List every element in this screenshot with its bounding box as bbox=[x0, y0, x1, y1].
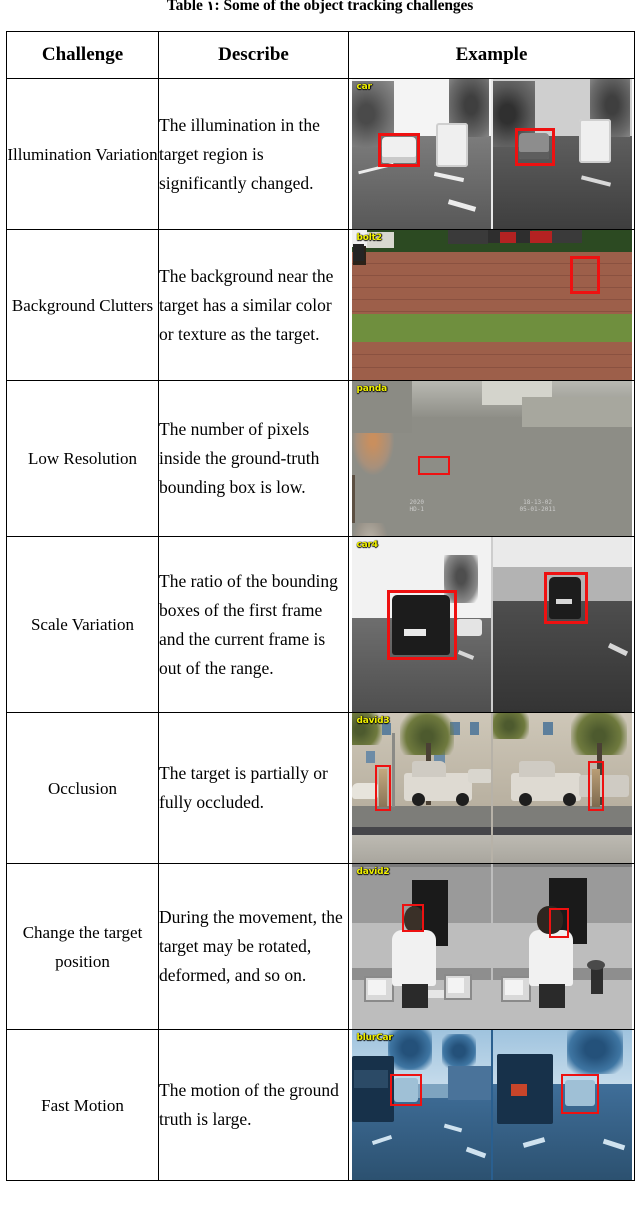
cell-example: car bbox=[348, 78, 635, 230]
cell-describe: The illumination in the target region is… bbox=[158, 78, 349, 230]
example-image-david2: david2 bbox=[351, 864, 632, 1029]
cell-describe: The background near the target has a sim… bbox=[158, 229, 349, 381]
caption-prefix: Table bbox=[166, 0, 207, 14]
table-row: Scale Variation The ratio of the boundin… bbox=[6, 536, 635, 713]
frame-pane-left bbox=[351, 1030, 491, 1180]
frame-pane-right bbox=[492, 79, 632, 229]
cell-example: blurCar bbox=[348, 1029, 635, 1181]
frame-pane-left bbox=[351, 864, 491, 1029]
example-image-david3: david3 bbox=[351, 713, 632, 863]
frame-pane bbox=[351, 230, 632, 380]
challenges-table: Challenge Describe Example Illumination … bbox=[6, 31, 635, 1181]
sequence-tag-label: car4 bbox=[356, 540, 379, 550]
cell-describe: The target is partially or fully occlude… bbox=[158, 712, 349, 864]
table-row: Change the target position During the mo… bbox=[6, 863, 635, 1030]
column-header-describe: Describe bbox=[158, 31, 349, 79]
table-row: Illumination Variation The illumination … bbox=[6, 78, 635, 230]
cell-example: david2 bbox=[348, 863, 635, 1030]
sequence-tag-label: panda bbox=[356, 384, 388, 394]
frame-pane: 2020 HD-1 18-13-02 05-01-2011 bbox=[351, 381, 632, 536]
table-caption: Table ۱: Some of the object tracking cha… bbox=[0, 0, 640, 17]
cell-example: car4 bbox=[348, 536, 635, 713]
cell-example: panda 2020 HD-1 18-13-02 05-01-2011 bbox=[348, 380, 635, 537]
cell-describe: During the movement, the target may be r… bbox=[158, 863, 349, 1030]
cell-challenge: Scale Variation bbox=[6, 536, 159, 713]
cell-challenge: Illumination Variation bbox=[6, 78, 159, 230]
frame-pane-right bbox=[492, 864, 632, 1029]
cell-challenge: Low Resolution bbox=[6, 380, 159, 537]
cell-example: david3 bbox=[348, 712, 635, 864]
frame-pane-left bbox=[351, 79, 491, 229]
cell-challenge: Background Clutters bbox=[6, 229, 159, 381]
cell-describe: The motion of the ground truth is large. bbox=[158, 1029, 349, 1181]
example-image-blurcar: blurCar bbox=[351, 1030, 632, 1180]
cell-challenge: Occlusion bbox=[6, 712, 159, 864]
caption-suffix: : Some of the object tracking challenges bbox=[214, 0, 474, 14]
table-page: Table ۱: Some of the object tracking cha… bbox=[0, 0, 640, 1225]
cell-example: bolt2 bbox=[348, 229, 635, 381]
table-header-row: Challenge Describe Example bbox=[6, 31, 635, 79]
table-row: Fast Motion The motion of the ground tru… bbox=[6, 1029, 635, 1181]
frame-pane-right bbox=[492, 1030, 632, 1180]
sequence-tag-label: blurCar bbox=[356, 1033, 393, 1043]
frame-pane-right bbox=[492, 537, 632, 712]
cell-challenge: Fast Motion bbox=[6, 1029, 159, 1181]
cell-challenge: Change the target position bbox=[6, 863, 159, 1030]
sequence-tag-label: david3 bbox=[356, 716, 390, 726]
cell-describe: The number of pixels inside the ground-t… bbox=[158, 380, 349, 537]
table-row: Low Resolution The number of pixels insi… bbox=[6, 380, 635, 537]
table-row: Occlusion The target is partially or ful… bbox=[6, 712, 635, 864]
cell-describe: The ratio of the bounding boxes of the f… bbox=[158, 536, 349, 713]
example-image-bolt2: bolt2 bbox=[351, 230, 632, 380]
sequence-tag-label: car bbox=[356, 82, 372, 92]
sequence-tag-label: bolt2 bbox=[356, 233, 382, 243]
example-image-car: car bbox=[351, 79, 632, 229]
frame-pane-right bbox=[492, 713, 632, 863]
example-image-car4: car4 bbox=[351, 537, 632, 712]
frame-pane-left bbox=[351, 713, 491, 863]
column-header-challenge: Challenge bbox=[6, 31, 159, 79]
sequence-tag-label: david2 bbox=[356, 867, 390, 877]
column-header-example: Example bbox=[348, 31, 635, 79]
example-image-panda: panda 2020 HD-1 18-13-02 05-01-2011 bbox=[351, 381, 632, 536]
table-row: Background Clutters The background near … bbox=[6, 229, 635, 381]
